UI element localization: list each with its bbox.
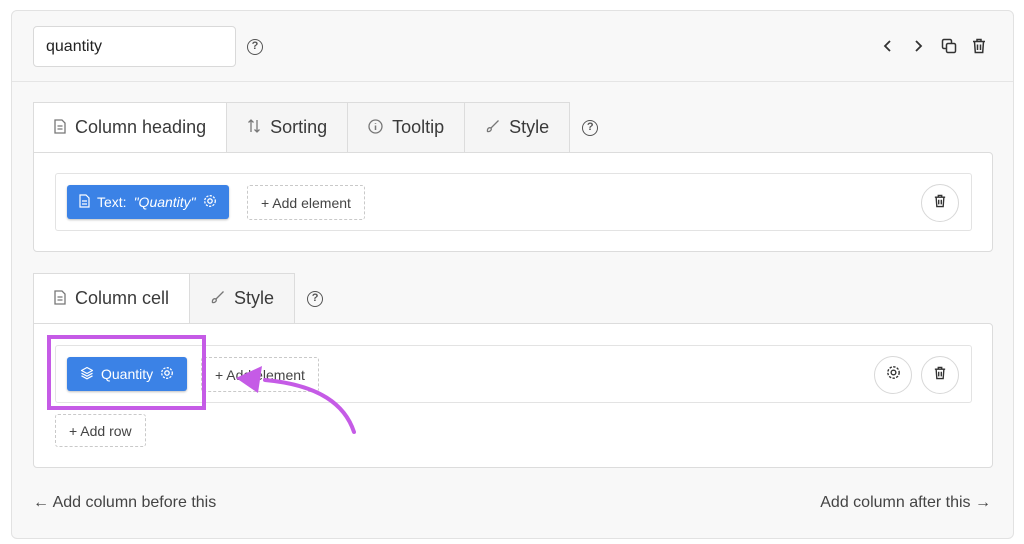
row-settings-button[interactable] xyxy=(874,356,912,394)
trash-icon xyxy=(934,366,946,385)
element-prefix: Text: xyxy=(97,194,127,210)
brush-icon xyxy=(485,119,500,137)
tab-sorting[interactable]: Sorting xyxy=(227,102,349,153)
gear-icon[interactable] xyxy=(203,194,217,211)
chevron-right-icon[interactable] xyxy=(909,37,927,55)
help-circle-icon[interactable]: ? xyxy=(247,39,263,55)
tab-cell-style[interactable]: Style xyxy=(190,273,296,324)
add-element-button[interactable]: + Add element xyxy=(201,357,319,392)
tab-label: Column cell xyxy=(75,288,170,308)
add-row-button[interactable]: + Add row xyxy=(55,414,146,447)
tab-label: Style xyxy=(509,117,550,137)
brush-icon xyxy=(210,290,225,308)
tab-style[interactable]: Style xyxy=(465,102,571,153)
help-circle-icon[interactable]: ? xyxy=(582,119,599,136)
tab-column-heading[interactable]: Column heading xyxy=(33,102,228,153)
add-element-button[interactable]: + Add element xyxy=(247,185,365,220)
tab-label: Column heading xyxy=(75,117,207,137)
add-column-before-link[interactable]: ← Add column before this xyxy=(33,494,216,512)
delete-row-button[interactable] xyxy=(921,184,959,222)
element-value: "Quantity" xyxy=(133,194,196,210)
tab-tooltip[interactable]: Tooltip xyxy=(348,102,466,153)
document-icon xyxy=(54,289,66,308)
column-heading-section: Column heading Sorting Tooltip Style ? T… xyxy=(33,102,993,252)
heading-element-row: Text: "Quantity" + Add element xyxy=(55,173,972,231)
copy-icon[interactable] xyxy=(940,37,958,55)
tab-label: Style xyxy=(234,288,275,308)
delete-row-button[interactable] xyxy=(921,356,959,394)
tab-label: Sorting xyxy=(270,117,328,137)
sort-icon xyxy=(247,118,261,137)
chevron-left-icon[interactable] xyxy=(879,37,897,55)
text-element-button[interactable]: Text: "Quantity" xyxy=(67,185,229,219)
cell-tabs: Column cell Style ? xyxy=(33,273,324,324)
info-icon xyxy=(368,118,383,137)
heading-tab-content: Text: "Quantity" + Add element xyxy=(33,152,993,252)
trash-icon xyxy=(934,194,946,213)
add-column-after-link[interactable]: Add column after this → xyxy=(820,494,991,512)
column-name-input[interactable] xyxy=(33,26,236,67)
highlight-box xyxy=(47,335,206,410)
trash-icon[interactable] xyxy=(970,37,988,55)
document-icon xyxy=(54,118,66,137)
heading-tabs: Column heading Sorting Tooltip Style ? xyxy=(33,102,599,153)
gear-icon xyxy=(886,365,901,385)
tab-column-cell[interactable]: Column cell xyxy=(33,273,191,324)
tab-label: Tooltip xyxy=(392,117,445,137)
column-editor-panel: ? Column heading Sort xyxy=(11,10,1014,539)
column-header-bar: ? xyxy=(12,11,1013,82)
help-circle-icon[interactable]: ? xyxy=(307,290,324,307)
document-icon xyxy=(79,193,90,211)
